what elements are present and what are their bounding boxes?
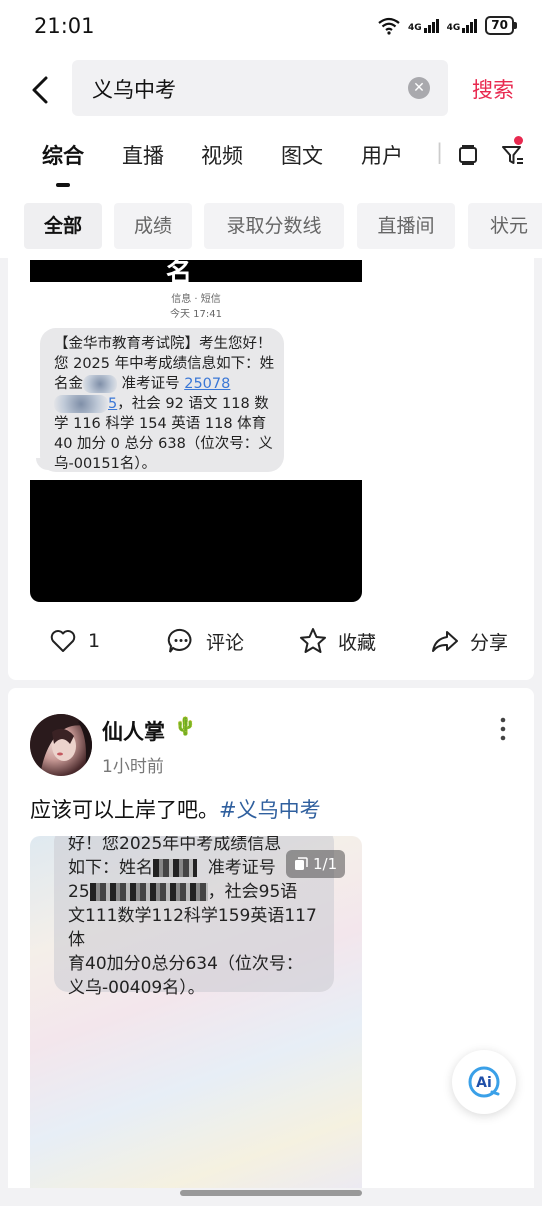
cactus-icon: 🌵	[174, 716, 197, 737]
tab-live[interactable]: 直播	[122, 140, 164, 170]
comment-label: 评论	[206, 631, 245, 654]
sms-meta: 信息 · 短信	[171, 294, 221, 305]
gallery-icon	[295, 857, 308, 870]
filter-icon[interactable]	[500, 142, 526, 168]
tab-overflow-fade: |	[436, 140, 444, 164]
search-header: 义乌中考 ✕ 搜索	[0, 56, 542, 128]
chip-top-scorer[interactable]: 状元	[468, 203, 542, 249]
post-image[interactable]: 好！您2025年中考成绩信息 如下：姓名 准考证号 25 ，社会95语 文111数…	[30, 836, 362, 1188]
sms-screen: 信息 · 短信 今天 17:41 【金华市教育考试院】考生您好！您 2025 年…	[30, 282, 362, 480]
pixelated-id	[89, 883, 208, 901]
post-time: 1小时前	[102, 757, 164, 777]
blurred-name	[83, 375, 117, 393]
tab-users[interactable]: 用户	[361, 140, 403, 170]
sms-timestamp: 今天 17:41	[170, 309, 222, 320]
avatar[interactable]	[30, 714, 92, 776]
status-time: 21:01	[34, 14, 95, 38]
chip-admission-line[interactable]: 录取分数线	[204, 203, 344, 249]
blurred-id	[54, 395, 108, 413]
heart-icon	[50, 630, 76, 652]
star-icon	[300, 628, 326, 653]
status-bar: 21:01 4G 4G 70	[0, 0, 542, 56]
comment-button[interactable]: 评论	[166, 624, 244, 658]
like-button[interactable]: 1	[48, 624, 100, 658]
status-icons: 4G 4G 70	[378, 16, 517, 35]
cellular-signal-icon-2: 4G	[447, 18, 478, 33]
wifi-icon	[378, 17, 400, 35]
cellular-signal-icon-1: 4G	[408, 18, 439, 33]
post-text: 应该可以上岸了吧。#义乌中考	[30, 798, 321, 822]
tab-comprehensive[interactable]: 综合	[42, 140, 84, 170]
sms-bubble: 【金华市教育考试院】考生您好！您 2025 年中考成绩信息如下：姓名金 准考证号…	[36, 328, 284, 472]
ai-icon: Ai	[468, 1066, 500, 1098]
back-arrow-icon[interactable]	[24, 72, 60, 108]
filter-chips: 全部 成绩 录取分数线 直播间 状元	[0, 194, 542, 258]
hashtag-link[interactable]: #义乌中考	[219, 798, 321, 822]
chip-scores[interactable]: 成绩	[114, 203, 192, 249]
sms-message: 【金华市教育考试院】考生您好！您 2025 年中考成绩信息如下：姓名金 准考证号…	[54, 336, 275, 472]
home-indicator[interactable]	[180, 1190, 362, 1196]
share-label: 分享	[470, 631, 509, 654]
pixelated-name	[153, 859, 197, 877]
more-options-icon[interactable]	[498, 716, 508, 742]
clear-icon[interactable]: ✕	[408, 77, 430, 99]
ai-assistant-button[interactable]: Ai	[452, 1050, 516, 1114]
favorite-button[interactable]: 收藏	[298, 624, 376, 658]
comment-icon	[167, 628, 192, 653]
like-count: 1	[88, 630, 101, 652]
battery-icon: 70	[485, 16, 517, 35]
post-card[interactable]: 名 信息 · 短信 今天 17:41 【金华市教育考试院】考生您好！您 2025…	[8, 258, 534, 680]
tab-video[interactable]: 视频	[201, 140, 243, 170]
avatar-photo	[30, 714, 92, 776]
chip-all[interactable]: 全部	[24, 203, 102, 249]
active-tab-indicator	[56, 183, 70, 187]
search-query[interactable]: 义乌中考	[92, 74, 176, 104]
post-image[interactable]: 名 信息 · 短信 今天 17:41 【金华市教育考试院】考生您好！您 2025…	[30, 260, 362, 602]
image-page-indicator: 1/1	[286, 850, 346, 878]
chip-live-room[interactable]: 直播间	[357, 203, 455, 249]
layout-switch-icon[interactable]	[458, 144, 478, 166]
svg-text:Ai: Ai	[476, 1075, 492, 1091]
favorite-label: 收藏	[338, 631, 377, 654]
share-icon	[432, 631, 458, 652]
author-name[interactable]: 仙人掌	[102, 716, 165, 746]
result-tabs: 综合 直播 视频 图文 用户 |	[0, 128, 542, 194]
tab-image-text[interactable]: 图文	[281, 140, 323, 170]
filter-notification-dot	[514, 136, 523, 145]
share-button[interactable]: 分享	[430, 624, 508, 658]
search-button[interactable]: 搜索	[472, 74, 514, 104]
search-input[interactable]: 义乌中考 ✕	[72, 60, 448, 116]
